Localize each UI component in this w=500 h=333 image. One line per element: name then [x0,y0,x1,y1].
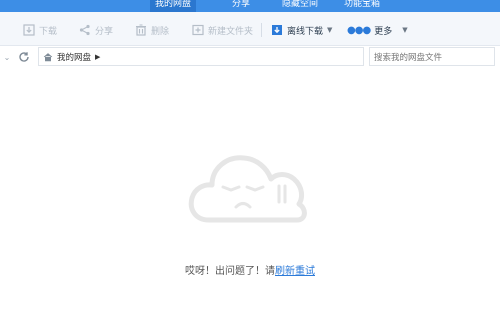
sad-cloud-icon [188,155,307,223]
new-folder-label: 新建文件夹 [208,26,254,37]
top-nav: 我的网盘 分享 隐藏空间 功能宝箱 [0,0,500,12]
share-label: 分享 [95,26,114,37]
more-button[interactable]: ●●● 更多 ▼ [347,22,408,38]
delete-button[interactable]: 删除 [134,22,169,38]
file-list-area: 哎呀！出问题了！请刷新重试 [0,68,500,333]
share-icon [78,24,91,37]
trash-icon [134,24,147,37]
refresh-icon [19,52,29,62]
share-button[interactable]: 分享 [78,22,113,38]
home-icon [43,52,53,62]
search-input[interactable]: 搜索我的网盘文件 [369,47,495,66]
offline-download-label: 离线下载 [287,26,324,37]
error-text: 哎呀！出问题了！请 [185,266,275,277]
back-chevron-icon[interactable]: ⌄ [0,49,14,65]
offline-download-icon [270,24,283,37]
breadcrumb-root[interactable]: 我的网盘 [57,51,91,63]
breadcrumb-arrow-icon: ▶ [95,52,101,61]
chevron-down-icon: ▼ [327,26,333,34]
delete-label: 删除 [151,26,170,37]
more-label: 更多 [374,26,393,37]
more-dots-icon: ●●● [347,24,371,36]
refresh-button[interactable] [16,49,32,65]
new-folder-button[interactable]: 新建文件夹 [191,22,253,38]
search-placeholder: 搜索我的网盘文件 [374,52,443,63]
download-icon [22,24,35,37]
breadcrumb[interactable]: 我的网盘 ▶ [38,47,364,66]
tab-share[interactable]: 分享 [228,0,254,12]
tab-toolbox[interactable]: 功能宝箱 [342,0,382,12]
error-message: 哎呀！出问题了！请刷新重试 [0,262,500,277]
offline-download-button[interactable]: 离线下载 ▼ [270,22,332,38]
download-button[interactable]: 下载 [22,22,57,38]
tab-my-disk[interactable]: 我的网盘 [150,0,196,12]
toolbar: 下载 分享 删除 新建文件夹 离线下载 ▼ ●●● 更多 ▼ [0,12,500,46]
refresh-retry-link[interactable]: 刷新重试 [275,266,315,277]
toolbar-divider [261,23,262,37]
new-folder-icon [191,24,204,37]
address-bar: ⌄ 我的网盘 ▶ 搜索我的网盘文件 [0,46,500,68]
chevron-down-icon: ▼ [402,26,408,34]
tab-hidden-space[interactable]: 隐藏空间 [280,0,320,12]
download-label: 下载 [39,26,58,37]
